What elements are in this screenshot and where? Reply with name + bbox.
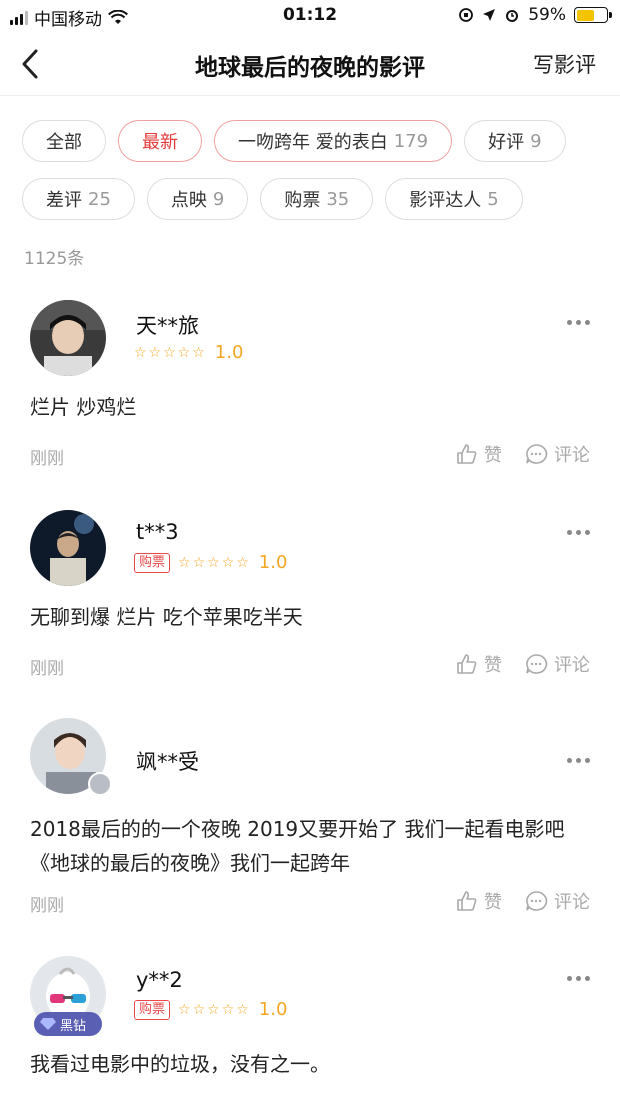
filter-chip-latest[interactable]: 最新 — [118, 120, 202, 162]
filter-chip-ticket[interactable]: 购票 35 — [260, 178, 374, 220]
more-icon[interactable] — [567, 530, 590, 535]
review-time: 刚刚 — [30, 449, 64, 469]
write-review-button[interactable]: 写影评 — [533, 49, 596, 79]
filter-chip-all[interactable]: 全部 — [22, 120, 106, 162]
filter-chip-expert[interactable]: 影评达人 5 — [385, 178, 523, 220]
vip-badge: 黑钻 — [34, 1012, 102, 1036]
nav-bar: 地球最后的夜晚的影评 写影评 — [0, 32, 620, 96]
filter-chip-positive[interactable]: 好评 9 — [464, 120, 566, 162]
ticket-badge: 购票 — [134, 999, 171, 1020]
filter-count: 9 — [212, 188, 225, 210]
like-button[interactable]: 赞 — [456, 888, 502, 914]
page-title: 地球最后的夜晚的影评 — [195, 55, 425, 81]
username[interactable]: y**2 — [136, 968, 183, 992]
comment-button[interactable]: 评论 — [524, 651, 590, 677]
filter-chip-negative[interactable]: 差评 25 — [22, 178, 135, 220]
rating: ☆☆☆☆☆ 1.0 — [134, 342, 243, 363]
alarm-icon — [506, 10, 519, 22]
diamond-icon — [40, 1018, 56, 1030]
more-icon[interactable] — [567, 976, 590, 981]
star-rating: ☆☆☆☆☆ — [134, 344, 207, 361]
rating: 购票 ☆☆☆☆☆ 1.0 — [134, 552, 287, 573]
orientation-lock-icon — [459, 8, 474, 22]
filter-count: 5 — [487, 188, 499, 210]
score: 1.0 — [258, 999, 288, 1020]
thumb-up-icon — [457, 444, 477, 464]
filter-chip-new-year-kiss[interactable]: 一吻跨年 爱的表白 179 — [214, 120, 453, 162]
filter-row: 差评 25 点映 9 购票 35 影评达人 5 — [22, 178, 602, 220]
filter-row: 全部 最新 一吻跨年 爱的表白 179 好评 9 — [22, 120, 602, 162]
review-content: 我看过电影中的垃圾，没有之一。 — [30, 1052, 330, 1076]
filter-count: 35 — [326, 188, 350, 210]
battery-icon — [574, 7, 612, 23]
review-time: 刚刚 — [30, 896, 64, 916]
comment-icon — [526, 444, 548, 464]
status-bar: 中国移动 01:12 59% — [0, 0, 620, 32]
review-content: 烂片 炒鸡烂 — [30, 395, 137, 419]
avatar[interactable] — [30, 300, 106, 376]
review-content: 无聊到爆 烂片 吃个苹果吃半天 — [30, 605, 303, 629]
battery-percent: 59% — [528, 5, 566, 25]
avatar[interactable] — [30, 510, 106, 586]
more-icon[interactable] — [567, 758, 590, 763]
like-button[interactable]: 赞 — [456, 651, 502, 677]
ticket-badge: 购票 — [134, 552, 171, 573]
thumb-up-icon — [457, 891, 477, 911]
filter-count: 25 — [88, 188, 111, 210]
filter-count: 179 — [393, 130, 429, 152]
star-rating: ☆☆☆☆☆ — [178, 554, 251, 571]
username[interactable]: 天**旅 — [136, 310, 199, 340]
comment-button[interactable]: 评论 — [524, 441, 590, 467]
location-icon — [483, 9, 496, 21]
review-content: 2018最后的的一个夜晚 2019又要开始了 我们一起看电影吧《地球的最后的夜晚… — [30, 817, 565, 875]
review-count: 1125条 — [24, 249, 85, 269]
filter-chip-preview[interactable]: 点映 9 — [146, 178, 249, 220]
thumb-up-icon — [457, 654, 477, 674]
star-rating: ☆☆☆☆☆ — [178, 1001, 251, 1018]
username[interactable]: 飒**受 — [136, 746, 199, 776]
comment-icon — [526, 654, 548, 674]
comment-button[interactable]: 评论 — [524, 888, 590, 914]
filter-count: 9 — [530, 130, 542, 152]
rating: 购票 ☆☆☆☆☆ 1.0 — [134, 999, 287, 1020]
comment-icon — [526, 891, 548, 911]
review-time: 刚刚 — [30, 659, 64, 679]
more-icon[interactable] — [567, 320, 590, 325]
filter-chips: 全部 最新 一吻跨年 爱的表白 179 好评 9 差评 25 点映 9 购票 3… — [22, 120, 602, 236]
like-button[interactable]: 赞 — [456, 441, 502, 467]
crown-icon — [88, 772, 112, 796]
username[interactable]: t**3 — [136, 520, 179, 544]
score: 1.0 — [214, 342, 244, 363]
score: 1.0 — [258, 552, 288, 573]
